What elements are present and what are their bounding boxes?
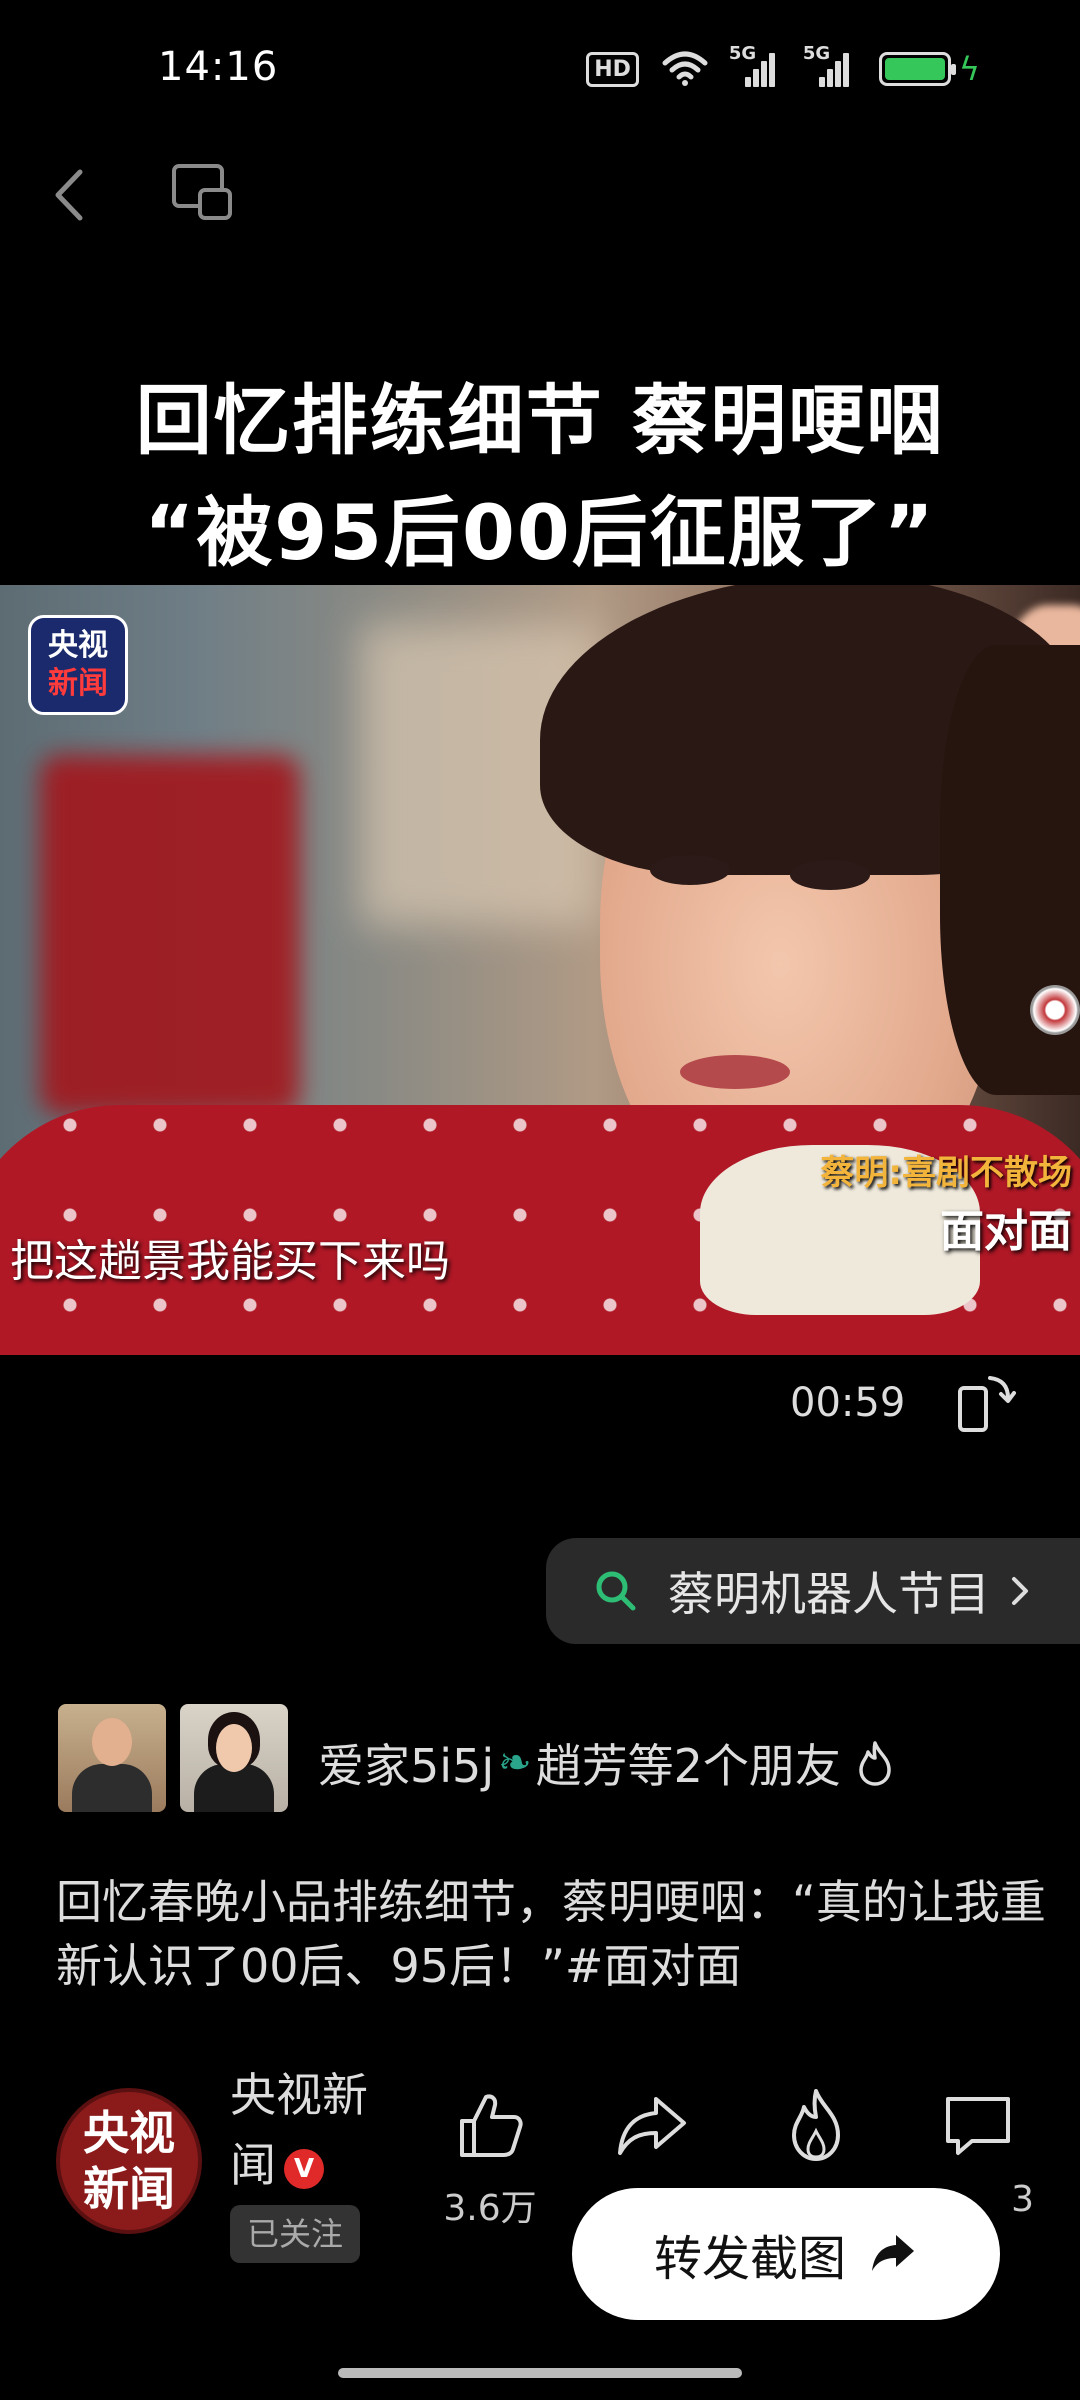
friend-avatar[interactable] <box>180 1704 288 1812</box>
cctv-news-logo: 央视 新闻 <box>28 615 128 715</box>
search-icon <box>596 1571 636 1611</box>
follow-button[interactable]: 已关注 <box>230 2205 360 2263</box>
show-name: 蔡明:喜剧不散场 <box>820 1153 1072 1193</box>
video-title: 回忆排练细节 蔡明哽咽 “被95后00后征服了” <box>135 376 945 577</box>
like-button[interactable]: 3.6万 <box>430 2085 550 2231</box>
flame-icon <box>792 2089 840 2161</box>
battery-icon <box>878 52 956 86</box>
share-button[interactable] <box>592 2085 712 2169</box>
friend-avatar[interactable] <box>58 1704 166 1812</box>
status-time: 14:16 <box>158 44 279 90</box>
comment-icon <box>946 2097 1010 2155</box>
flame-icon <box>859 1741 891 1786</box>
video-frame[interactable]: 央视 新闻 蔡明:喜剧不散场 面对面 把这趟景我能买下来吗 <box>0 585 1080 1355</box>
wifi-icon <box>662 51 708 86</box>
charging-icon: ϟ <box>958 50 980 88</box>
back-button[interactable] <box>40 160 100 230</box>
rotate-screen-icon <box>958 1376 1016 1432</box>
home-indicator[interactable] <box>338 2368 742 2378</box>
share-screenshot-label: 转发截图 <box>653 2231 846 2287</box>
video-subtitle: 把这趟景我能买下来吗 <box>10 1236 450 1287</box>
like-count: 3.6万 <box>443 2188 537 2229</box>
author-avatar[interactable]: 央视 新闻 <box>56 2088 202 2234</box>
verified-badge-icon: V <box>284 2148 324 2189</box>
chevron-right-icon <box>1012 1577 1028 1605</box>
hot-button[interactable] <box>756 2085 876 2169</box>
status-icons: HD 5G 5G ϟ <box>586 43 980 88</box>
float-window-button[interactable] <box>168 160 238 230</box>
signal-strength-icon-2: 5G <box>803 43 857 87</box>
share-arrow-icon <box>618 2097 686 2155</box>
signal-strength-icon: 5G <box>729 43 783 87</box>
related-search-chip[interactable]: 蔡明机器人节目 <box>546 1538 1080 1644</box>
related-search-label: 蔡明机器人节目 <box>668 1567 990 1621</box>
video-player[interactable]: 回忆排练细节 蔡明哽咽 “被95后00后征服了” 央视 新闻 蔡明:喜剧不散场 … <box>0 330 1080 1355</box>
peacock-emoji-icon: ❧ <box>498 1740 532 1786</box>
rotate-screen-button[interactable] <box>950 1368 1020 1438</box>
share-screenshot-button[interactable]: 转发截图 <box>572 2188 1000 2320</box>
share-arrow-icon <box>872 2235 914 2271</box>
status-bar: 14:16 HD 5G 5G ϟ <box>0 0 1080 140</box>
show-subtitle: 面对面 <box>940 1206 1072 1257</box>
video-duration: 00:59 <box>790 1380 906 1426</box>
friends-liked-text[interactable]: 爱家5i5j ❧ 趙芳等2个朋友 <box>318 1730 895 1796</box>
hd-voice-icon: HD <box>586 51 639 87</box>
chevron-left-icon <box>55 169 83 221</box>
author-name[interactable]: 央视新闻 V <box>230 2060 390 2200</box>
post-caption: 回忆春晚小品排练细节，蔡明哽咽：“真的让我重新认识了00后、95后！”#面对面 <box>56 1875 1046 1993</box>
thumbs-up-icon <box>460 2094 523 2157</box>
float-window-icon <box>172 164 232 220</box>
